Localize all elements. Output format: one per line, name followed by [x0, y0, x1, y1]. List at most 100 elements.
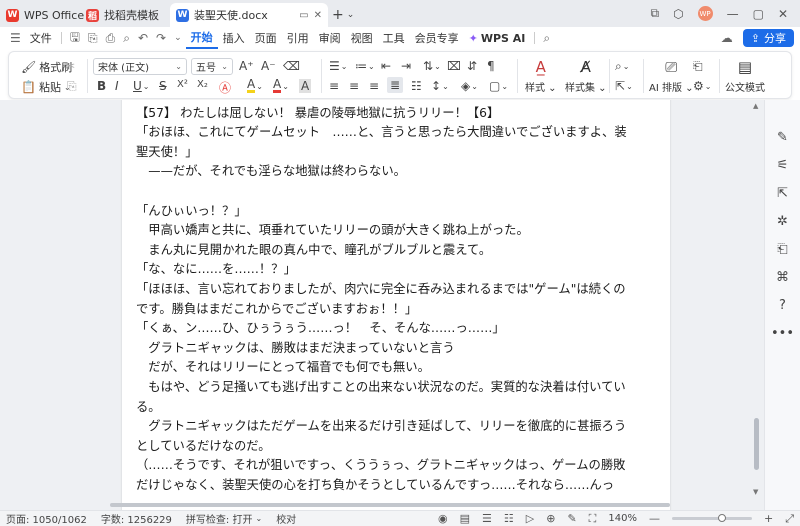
- avatar[interactable]: WP: [697, 6, 713, 21]
- menu-references[interactable]: 引用: [282, 27, 314, 49]
- menu-page[interactable]: 页面: [250, 27, 282, 49]
- new-tab-button[interactable]: + ⌄: [328, 3, 368, 27]
- clear-format-button[interactable]: ⌫: [283, 59, 300, 73]
- chinese-layout-button[interactable]: ⌧: [447, 59, 461, 73]
- ai-extra-button[interactable]: ⎗: [693, 59, 703, 74]
- zoom-slider[interactable]: [671, 514, 752, 522]
- text-effect-button[interactable]: Ⓐ: [219, 79, 231, 96]
- help-icon[interactable]: ?: [779, 298, 786, 313]
- highlight-button[interactable]: A ⌄: [247, 78, 263, 93]
- window-restore-icon[interactable]: ⧉: [651, 6, 660, 21]
- more-icon[interactable]: •••: [771, 326, 794, 341]
- adjust-icon[interactable]: ⚟: [777, 158, 789, 173]
- menu-insert[interactable]: 插入: [218, 27, 250, 49]
- page-view-icon[interactable]: ▤: [460, 512, 470, 525]
- translate-icon[interactable]: ⌘: [776, 270, 789, 285]
- export-icon[interactable]: ⎘: [84, 27, 102, 49]
- subscript-button[interactable]: X₂: [197, 79, 208, 90]
- eye-icon[interactable]: ◉: [438, 512, 448, 525]
- official-mode-button[interactable]: ▤ 公文模式: [725, 57, 765, 94]
- select-button[interactable]: ⇱ ⌄: [615, 79, 633, 93]
- styles-button[interactable]: A̲ 样式 ⌄: [525, 57, 557, 94]
- zoom-level[interactable]: 140%: [608, 513, 637, 524]
- document-line[interactable]: グラトニギャックは、勝敗はまだ決まっていないと言う: [136, 339, 660, 359]
- bullet-list-button[interactable]: ☰ ⌄: [329, 59, 347, 73]
- redo-icon[interactable]: ↷: [152, 27, 170, 49]
- document-line[interactable]: まん丸に見開かれた眼の真ん中で、瞳孔がブルブルと震えて。: [136, 241, 660, 261]
- grow-font-button[interactable]: A⁺: [239, 59, 254, 73]
- horizontal-scrollbar[interactable]: [30, 500, 750, 510]
- paste-button[interactable]: 📋 粘贴 ⌄: [21, 79, 71, 95]
- document-line[interactable]: グラトニギャックはただゲームを出来るだけ引き延ばして、リリーを徹底的に甚振ろう: [136, 417, 660, 437]
- menu-view[interactable]: 视图: [346, 27, 378, 49]
- cloud-upload-icon[interactable]: ☁: [717, 27, 737, 49]
- show-marks-button[interactable]: ¶: [487, 59, 495, 73]
- scroll-down-icon[interactable]: ▼: [753, 488, 758, 496]
- vertical-scroll-thumb[interactable]: [754, 418, 759, 470]
- fullscreen-icon[interactable]: ⤢: [785, 512, 794, 526]
- align-left-button[interactable]: ≡: [329, 79, 339, 93]
- menu-tools[interactable]: 工具: [378, 27, 410, 49]
- word-count[interactable]: 字数: 1256229: [101, 511, 172, 526]
- increase-indent-button[interactable]: ⇥: [401, 59, 411, 73]
- superscript-button[interactable]: X²: [177, 79, 188, 90]
- play-icon[interactable]: ▷: [526, 512, 534, 525]
- distribute-button[interactable]: ☷: [411, 79, 422, 93]
- shrink-font-button[interactable]: A⁻: [261, 59, 276, 73]
- zoom-in-icon[interactable]: +: [764, 512, 773, 525]
- document-line[interactable]: としているだけなのだ。: [136, 437, 660, 457]
- preview-icon[interactable]: ⌕: [119, 27, 134, 49]
- tools-icon[interactable]: ✲: [777, 214, 788, 229]
- document-line[interactable]: [136, 182, 660, 202]
- menu-wps-ai[interactable]: ✦ WPS AI: [464, 27, 531, 49]
- zoom-slider-knob[interactable]: [717, 514, 726, 522]
- document-body[interactable]: 悲惡に満ちた怪ゲームに、装聖天使セラフィアリリーは、再び見敗したのだった。【57…: [136, 100, 660, 495]
- zoom-out-icon[interactable]: —: [649, 512, 660, 525]
- decrease-indent-button[interactable]: ⇤: [381, 59, 391, 73]
- page-indicator[interactable]: 页面: 1050/1062: [6, 511, 87, 526]
- document-area[interactable]: 悲惡に満ちた怪ゲームに、装聖天使セラフィアリリーは、再び見敗したのだった。【57…: [0, 100, 764, 510]
- fit-icon[interactable]: ⛶: [589, 512, 597, 526]
- char-shading-button[interactable]: A: [299, 79, 312, 93]
- shading-button[interactable]: ◈ ⌄: [461, 79, 478, 93]
- pen-icon[interactable]: ✎: [567, 512, 576, 525]
- document-line[interactable]: です。勝負はまだこれからでございますおぉ！！」: [136, 300, 660, 320]
- font-name-select[interactable]: 宋体 (正文) ⌄: [93, 58, 187, 75]
- minimize-icon[interactable]: —: [727, 7, 739, 21]
- document-page[interactable]: 悲惡に満ちた怪ゲームに、装聖天使セラフィアリリーは、再び見敗したのだった。【57…: [122, 100, 670, 510]
- document-line[interactable]: 聖天使！」: [136, 143, 660, 163]
- bold-button[interactable]: B: [97, 79, 106, 93]
- ai-layout-button[interactable]: ⎚ AI 排版 ⌄: [649, 57, 694, 94]
- monitor-icon[interactable]: ▭: [299, 10, 308, 21]
- print-icon[interactable]: ⎙: [102, 27, 120, 49]
- document-line[interactable]: 「な、なに……を……！？」: [136, 260, 660, 280]
- underline-button[interactable]: U ⌄: [133, 79, 150, 93]
- document-line[interactable]: 「くぁ、ン……ひ、ひぅうぅう……っ！ そ、そんな……っ……」: [136, 319, 660, 339]
- proofread[interactable]: 校对: [276, 511, 296, 526]
- tab-close-icon[interactable]: ✕: [314, 10, 322, 21]
- document-line[interactable]: 「おほほ、これにてゲームセット ……と、言うと思ったら大間違いでございますよ、装: [136, 123, 660, 143]
- tab-wps-office[interactable]: W WPS Office: [0, 3, 84, 27]
- italic-button[interactable]: I: [115, 79, 119, 93]
- menu-review[interactable]: 审阅: [314, 27, 346, 49]
- align-right-button[interactable]: ≡: [369, 79, 379, 93]
- line-spacing-button[interactable]: ↕ ⌄: [431, 79, 449, 93]
- menu-home[interactable]: 开始: [185, 27, 218, 49]
- numbered-list-button[interactable]: ≔ ⌄: [355, 59, 375, 73]
- justify-button[interactable]: ≣: [387, 77, 404, 93]
- strikethrough-button[interactable]: S: [159, 79, 167, 93]
- share-doc-icon[interactable]: ⎗: [777, 242, 787, 257]
- cube-icon[interactable]: ⬡: [673, 7, 683, 21]
- menu-file[interactable]: 文件: [25, 27, 57, 49]
- horizontal-scroll-thumb[interactable]: [110, 503, 670, 507]
- document-line[interactable]: 【57】 わたしは屈しない！ 暴虐の陵辱地獄に抗うリリー！【6】: [136, 104, 660, 124]
- undo-icon[interactable]: ↶: [134, 27, 152, 49]
- maximize-icon[interactable]: ▢: [753, 7, 764, 21]
- document-line[interactable]: ——だが、それでも淫らな地獄は終わらない。: [136, 162, 660, 182]
- ai-extra-menu-button[interactable]: ⚙ ⌄: [693, 79, 711, 93]
- spell-check[interactable]: 拼写检查: 打开 ⌄: [186, 511, 262, 526]
- menu-member[interactable]: 会员专享: [410, 27, 464, 49]
- document-line[interactable]: だけじゃなく、装聖天使の心を打ち負かそうとしているんですっ……それなら……んっ: [136, 476, 660, 496]
- style-set-button[interactable]: A̸ 样式集 ⌄: [565, 57, 607, 94]
- copy-button[interactable]: ⎘: [67, 79, 77, 94]
